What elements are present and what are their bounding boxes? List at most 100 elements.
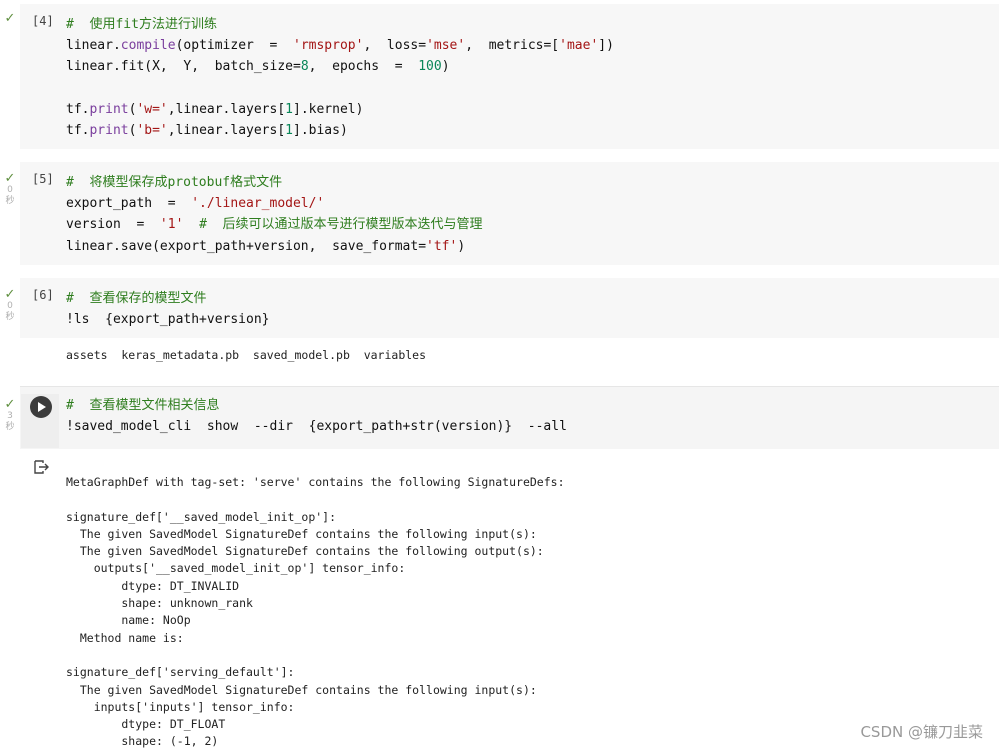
output-line: inputs['inputs'] tensor_info:: [66, 699, 295, 714]
code-token: ].kernel): [293, 101, 364, 117]
code-editor[interactable]: # 查看保存的模型文件 !ls {export_path+version}: [66, 288, 989, 330]
code-editor[interactable]: # 将模型保存成protobuf格式文件 export_path = './lin…: [66, 172, 989, 257]
code-token: ): [457, 238, 466, 254]
code-line: !ls {export_path+version}: [66, 309, 989, 330]
output-line: shape: (-1, 2): [66, 734, 219, 749]
code-token: version =: [66, 217, 160, 233]
output-gutter: [20, 448, 60, 750]
exec-time-unit: 秒: [5, 312, 15, 322]
cell-6-output: assets keras_metadata.pb saved_model.pb …: [66, 348, 427, 362]
code-token: 'tf': [426, 238, 458, 254]
output-line: name: NoOp: [66, 613, 191, 628]
cell-7-status: ✓ 3 秒: [0, 398, 20, 433]
code-token: , epochs =: [308, 59, 419, 75]
watermark: CSDN @镰刀韭菜: [860, 723, 983, 741]
check-icon: ✓: [4, 11, 16, 26]
exec-time-value: 3: [7, 411, 13, 421]
code-token: 'b=': [136, 122, 168, 138]
code-cell-6[interactable]: [6] # 查看保存的模型文件 !ls {export_path+version}: [20, 278, 999, 338]
code-line: # 将模型保存成protobuf格式文件: [66, 172, 989, 193]
execution-count: [5]: [32, 172, 54, 186]
code-token: , metrics=[: [465, 38, 560, 54]
code-line: linear.fit(X, Y, batch_size=8, epochs = …: [66, 56, 989, 77]
code-token: ]): [598, 38, 614, 54]
output-line: MetaGraphDef with tag-set: 'serve' conta…: [66, 475, 565, 489]
code-token: , loss=: [363, 38, 427, 54]
code-token: 1: [285, 101, 293, 117]
code-token: './linear_model/': [191, 196, 325, 212]
code-token: print: [89, 122, 129, 138]
code-line: linear.save(export_path+version, save_fo…: [66, 236, 989, 257]
output-redirect-icon[interactable]: [34, 460, 50, 474]
code-token: 'rmsprop': [293, 38, 364, 54]
code-token: 'mse': [426, 38, 466, 54]
output-line: signature_def['serving_default']:: [66, 665, 295, 680]
code-line: tf.print('w=',linear.layers[1].kernel): [66, 99, 989, 120]
code-line: tf.print('b=',linear.layers[1].bias): [66, 120, 989, 141]
play-icon: [30, 396, 52, 418]
output-line: The given SavedModel SignatureDef contai…: [66, 544, 544, 559]
output-line: The given SavedModel SignatureDef contai…: [66, 682, 537, 697]
code-token: tf.: [66, 122, 90, 138]
code-token: 8: [300, 59, 309, 75]
exec-time-unit: 秒: [5, 196, 15, 206]
exec-time-unit: 秒: [5, 422, 15, 432]
code-cell-7[interactable]: # 查看模型文件相关信息 !saved_model_cli show --dir …: [20, 386, 999, 449]
code-token: linear.: [66, 38, 121, 54]
code-token: # 将模型保存成protobuf格式文件: [66, 175, 283, 190]
code-token: !ls {export_path+version}: [66, 312, 270, 328]
code-token: # 使用fit方法进行训练: [66, 17, 217, 32]
code-token: export_path =: [66, 196, 192, 212]
code-token: (optimizer =: [175, 38, 293, 54]
code-editor[interactable]: # 使用fit方法进行训练 linear.compile(optimizer = …: [66, 14, 989, 141]
output-line: dtype: DT_FLOAT: [66, 717, 226, 732]
code-line: # 查看模型文件相关信息: [66, 395, 989, 416]
code-token: # 查看保存的模型文件: [66, 291, 207, 306]
cell-4-status: ✓: [0, 12, 20, 25]
code-editor[interactable]: # 查看模型文件相关信息 !saved_model_cli show --dir …: [66, 395, 989, 437]
code-cell-5[interactable]: [5] # 将模型保存成protobuf格式文件 export_path = '.…: [20, 162, 999, 265]
code-token: print: [89, 101, 129, 117]
cell-7-output: MetaGraphDef with tag-set: 'serve' conta…: [66, 474, 565, 751]
output-line: The given SavedModel SignatureDef contai…: [66, 526, 537, 541]
code-line: # 使用fit方法进行训练: [66, 14, 989, 35]
check-icon: ✓: [4, 287, 16, 302]
code-line: # 查看保存的模型文件: [66, 288, 989, 309]
cell-5-status: ✓ 0 秒: [0, 172, 20, 207]
code-token: 'mae': [559, 38, 599, 54]
code-line: !saved_model_cli show --dir {export_path…: [66, 416, 989, 437]
code-token: tf.: [66, 101, 90, 117]
output-line: outputs['__saved_model_init_op'] tensor_…: [66, 561, 406, 576]
code-token: # 后续可以通过版本号进行模型版本迭代与管理: [199, 217, 483, 233]
execution-count: [4]: [32, 14, 54, 28]
code-token: # 查看模型文件相关信息: [66, 398, 220, 413]
output-line: shape: unknown_rank: [66, 596, 253, 611]
code-token: 'w=': [136, 101, 168, 117]
code-token: '1': [159, 217, 184, 233]
code-token: linear.save(export_path+version, save_fo…: [66, 238, 427, 254]
code-token: ,linear.layers[: [167, 101, 286, 117]
code-cell-4[interactable]: [4] # 使用fit方法进行训练 linear.compile(optimize…: [20, 4, 999, 149]
code-token: 100: [418, 59, 442, 75]
check-icon: ✓: [4, 397, 16, 412]
output-line: Method name is:: [66, 630, 184, 645]
execution-count: [6]: [32, 288, 54, 302]
exec-time-value: 0: [7, 301, 13, 311]
code-token: ,linear.layers[: [167, 122, 286, 138]
run-cell-button[interactable]: [21, 394, 59, 448]
code-token: linear.fit(X, Y, batch_size=: [66, 59, 301, 75]
output-line: dtype: DT_INVALID: [66, 578, 240, 593]
code-token: compile: [120, 38, 176, 54]
code-line: version = '1' # 后续可以通过版本号进行模型版本迭代与管理: [66, 214, 989, 235]
code-token: 1: [285, 122, 293, 138]
code-line: linear.compile(optimizer = 'rmsprop', lo…: [66, 35, 989, 56]
exec-time-value: 0: [7, 185, 13, 195]
code-token: ].bias): [293, 122, 348, 138]
output-line: signature_def['__saved_model_init_op']:: [66, 509, 337, 524]
check-icon: ✓: [4, 171, 16, 186]
code-token: ): [441, 59, 450, 75]
